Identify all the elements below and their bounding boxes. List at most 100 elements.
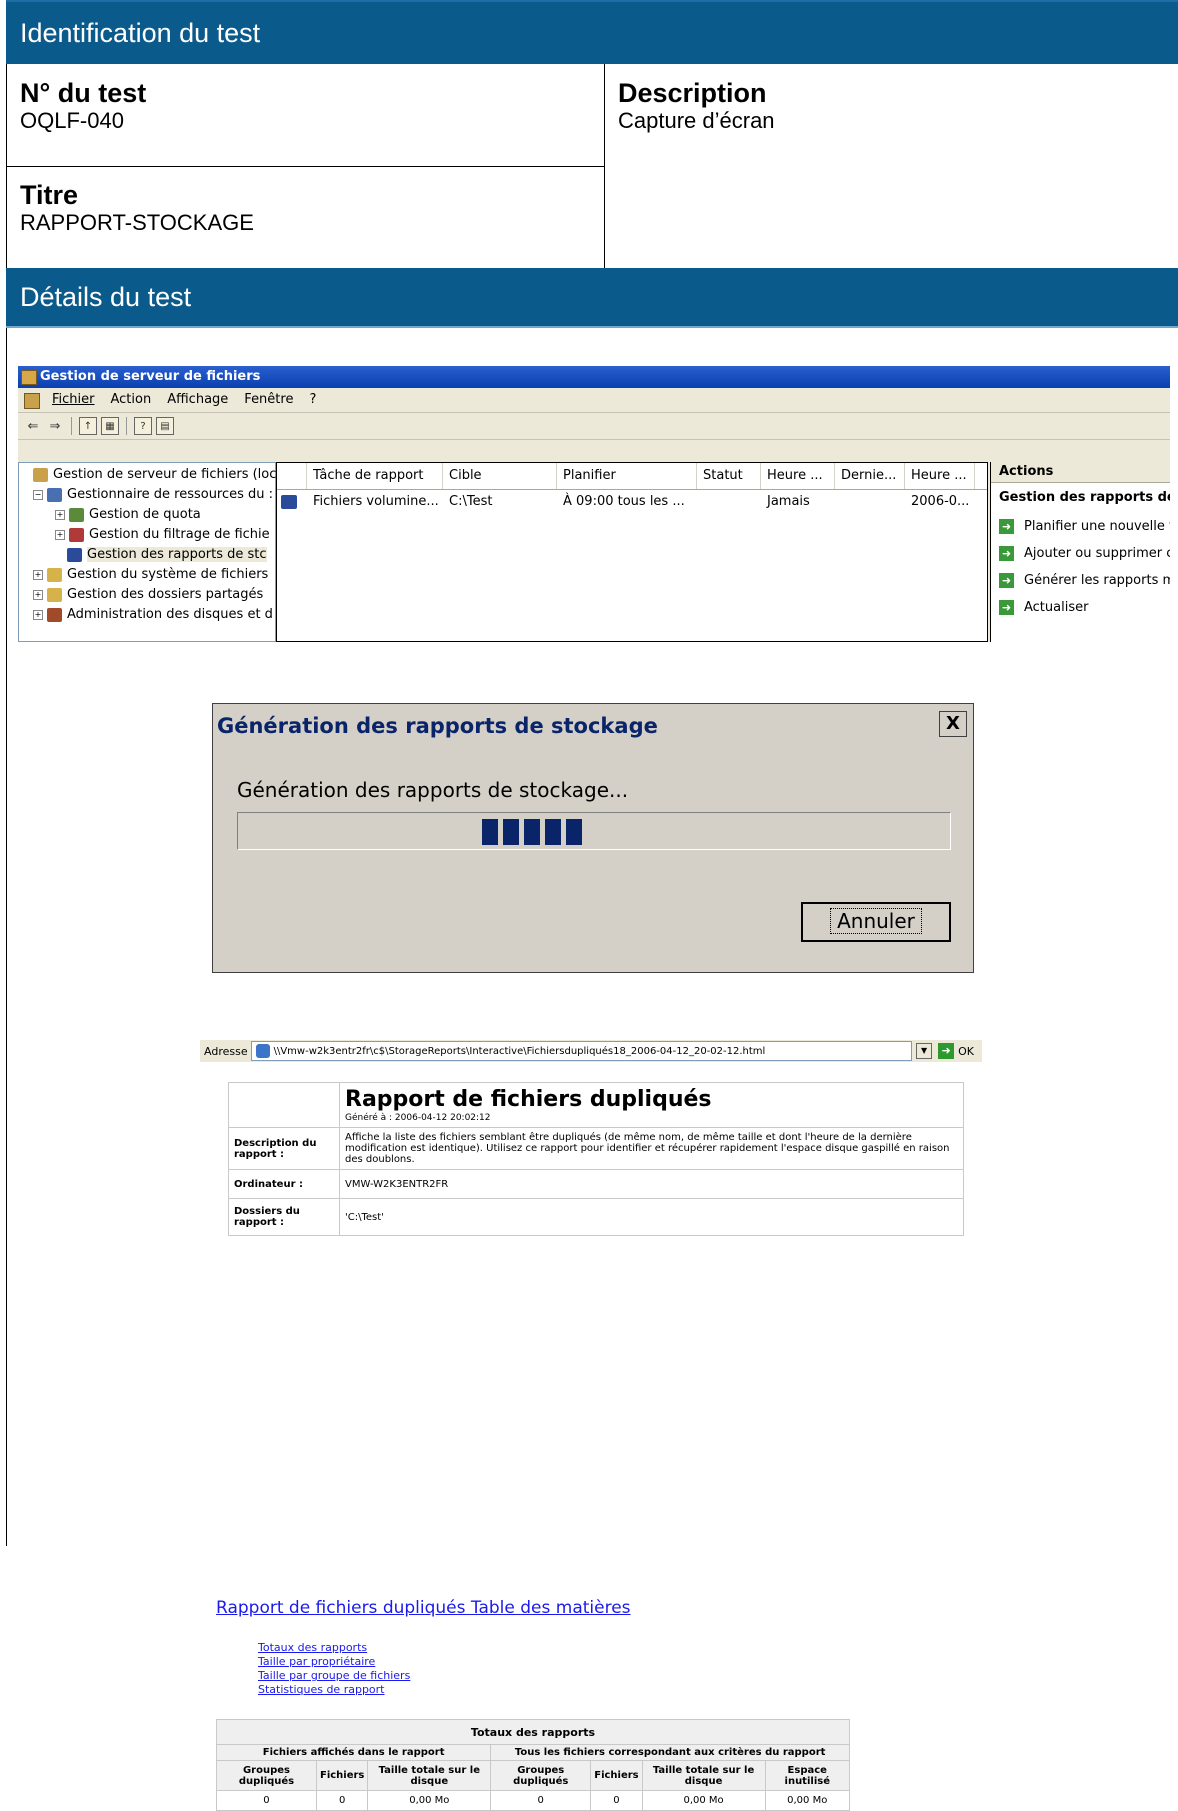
menu-action[interactable]: Action (103, 388, 160, 412)
tree-item-fsrm[interactable]: − Gestionnaire de ressources du : (19, 485, 275, 505)
console-icon[interactable] (24, 393, 40, 409)
column-header[interactable]: Heure ... (761, 463, 835, 489)
toc-link-stats[interactable]: Statistiques de rapport (258, 1683, 385, 1696)
report-page: Rapport de fichiers dupliqués Généré à :… (204, 1064, 982, 1811)
cell-task: Fichiers volumine... (313, 494, 439, 509)
tree-item-shares[interactable]: + Gestion des dossiers partagés (19, 585, 275, 605)
mmc-window: Gestion de serveur de fichiers Fichier A… (18, 366, 1170, 642)
action-schedule[interactable]: ➜ Planifier une nouvelle t (991, 513, 1170, 540)
details-band: Détails du test (6, 268, 1178, 328)
shared-folder-icon (47, 587, 62, 602)
empty-cell (228, 1082, 340, 1128)
tree-item-quota[interactable]: + Gestion de quota (19, 505, 275, 525)
column-header[interactable]: Statut (697, 463, 761, 489)
arrow-right-icon: ➜ (999, 519, 1014, 534)
report-header-table: Rapport de fichiers dupliqués Généré à :… (228, 1082, 964, 1236)
action-pane-icon[interactable]: ▤ (156, 417, 174, 435)
toc-link-totals[interactable]: Totaux des rapports (258, 1641, 367, 1654)
disk-icon (47, 607, 62, 622)
menu-affichage[interactable]: Affichage (159, 388, 236, 412)
progress-block (566, 819, 582, 845)
toc-title-link[interactable]: Rapport de fichiers dupliqués Table des … (216, 1598, 631, 1618)
column-header[interactable]: Heure ... (905, 463, 975, 489)
actions-pane: Actions Gestion des rapports de ➜ Planifi… (990, 462, 1170, 642)
collapse-icon[interactable]: − (33, 489, 43, 500)
dropdown-icon[interactable]: ▼ (916, 1043, 933, 1059)
expand-icon[interactable]: + (33, 569, 43, 580)
address-input[interactable]: \\Vmw-w2k3entr2fr\c$\StorageReports\Inte… (250, 1041, 913, 1061)
action-add-remove[interactable]: ➜ Ajouter ou supprimer c (991, 540, 1170, 567)
column-header[interactable]: Tâche de rapport (307, 463, 443, 489)
description-value: Capture d’écran (618, 108, 775, 133)
cell-next: 2006-0... (911, 494, 970, 509)
dialog-message: Génération des rapports de stockage... (237, 778, 629, 802)
menu-help[interactable]: ? (301, 388, 324, 412)
expand-icon[interactable]: + (55, 529, 65, 540)
menu-fichier[interactable]: Fichier (44, 388, 103, 412)
table-cell: 0,00 Mo (367, 1790, 492, 1811)
server-icon (33, 467, 48, 482)
report-task-icon (277, 490, 307, 514)
close-button[interactable]: X (939, 711, 967, 737)
folder-icon (47, 567, 62, 582)
tree-item-screening[interactable]: + Gestion du filtrage de fichie (19, 525, 275, 545)
up-folder-icon[interactable]: ↑ (79, 417, 97, 435)
tree-item-filesystem[interactable]: + Gestion du système de fichiers (19, 565, 275, 585)
description-cell: Description Capture d’écran (618, 78, 1158, 134)
expand-icon[interactable]: + (55, 509, 65, 520)
action-refresh[interactable]: ➜ Actualiser (991, 594, 1170, 621)
dialog-titlebar[interactable]: Génération des rapports de stockage X (213, 704, 973, 748)
toc-link-owner[interactable]: Taille par propriétaire (258, 1655, 375, 1668)
progress-block (482, 819, 498, 845)
menu-fenetre[interactable]: Fenêtre (236, 388, 301, 412)
help-icon[interactable]: ? (134, 417, 152, 435)
toc-list: Totaux des rapports Taille par propriéta… (258, 1641, 410, 1697)
toolbar-separator (71, 417, 72, 435)
column-icon (277, 463, 307, 489)
cell-schedule: À 09:00 tous les ... (563, 494, 685, 509)
expand-icon[interactable]: + (33, 609, 43, 620)
toc-title[interactable]: Rapport de fichiers dupliqués Table des … (216, 1598, 631, 1618)
console-tree: Gestion de serveur de fichiers (loca − Ge… (18, 462, 284, 642)
report-generated: Généré à : 2006-04-12 20:02:12 (345, 1113, 491, 1123)
col-header: Taille totale sur le disque (367, 1760, 492, 1791)
reports-icon (67, 547, 82, 562)
expand-icon[interactable]: + (33, 589, 43, 600)
mmc-title-text: Gestion de serveur de fichiers (40, 369, 261, 384)
mmc-titlebar[interactable]: Gestion de serveur de fichiers (18, 366, 1170, 388)
titre-value: RAPPORT-STOCKAGE (20, 210, 254, 235)
go-button[interactable]: OK (958, 1045, 974, 1058)
cell-target: C:\Test (449, 494, 493, 509)
tree-item-reports[interactable]: Gestion des rapports de stc (19, 545, 275, 565)
address-bar: Adresse \\Vmw-w2k3entr2fr\c$\StorageRepo… (200, 1040, 982, 1062)
toolbar-separator (126, 417, 127, 435)
action-generate[interactable]: ➜ Générer les rapports m (991, 567, 1170, 594)
fsrm-icon (47, 487, 62, 502)
back-arrow-icon[interactable]: ⇐ (24, 417, 42, 435)
cancel-button[interactable]: Annuler (801, 902, 951, 942)
address-label: Adresse (204, 1044, 248, 1058)
toc-link-filegroup[interactable]: Taille par groupe de fichiers (258, 1669, 410, 1682)
show-tree-icon[interactable]: ▦ (101, 417, 119, 435)
table-cell: 0,00 Mo (764, 1790, 850, 1811)
actions-section[interactable]: Gestion des rapports de (991, 483, 1170, 513)
forward-arrow-icon[interactable]: ⇒ (46, 417, 64, 435)
app-icon (21, 370, 37, 385)
table-cell: 0,00 Mo (641, 1790, 766, 1811)
go-arrow-icon[interactable]: ➜ (938, 1043, 955, 1059)
report-title: Rapport de fichiers dupliqués (345, 1087, 712, 1112)
table-row[interactable]: Fichiers volumine... C:\Test À 09:00 tou… (277, 490, 987, 514)
totals-table: Totaux des rapports Fichiers affichés da… (215, 1719, 850, 1811)
column-header[interactable]: Cible (443, 463, 557, 489)
description-label: Description (618, 78, 767, 108)
progress-block (524, 819, 540, 845)
column-header[interactable]: Dernie... (835, 463, 905, 489)
actions-header: Actions (991, 462, 1170, 483)
desc-label: Description du rapport : (228, 1127, 340, 1170)
tree-item-root[interactable]: Gestion de serveur de fichiers (loca (19, 465, 284, 485)
column-header[interactable]: Planifier (557, 463, 697, 489)
group2-header: Tous les fichiers correspondant aux crit… (490, 1744, 850, 1761)
tree-item-disks[interactable]: + Administration des disques et d (19, 605, 275, 625)
folders-value: 'C:\Test' (339, 1198, 964, 1236)
table-cell: 0 (490, 1790, 592, 1811)
